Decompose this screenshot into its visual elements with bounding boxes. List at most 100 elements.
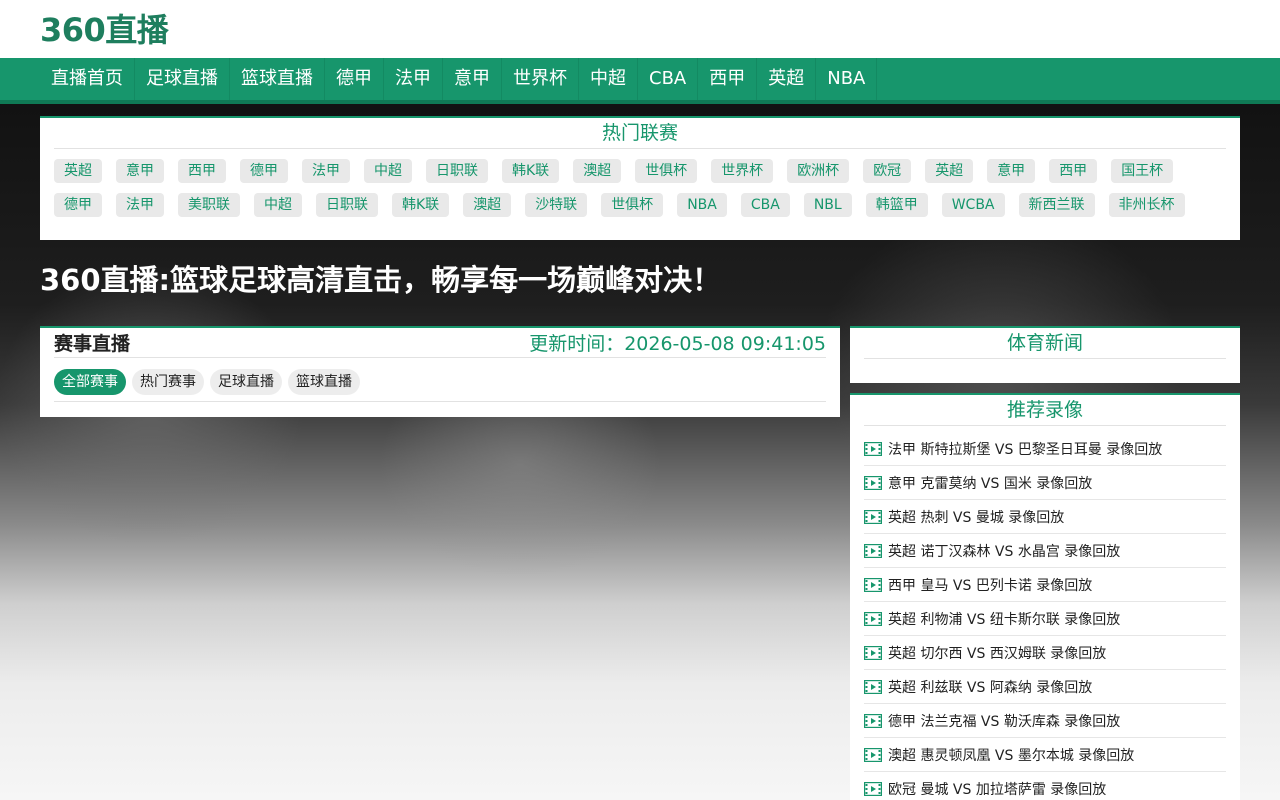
league-tag[interactable]: 澳超 bbox=[573, 159, 622, 183]
league-tag[interactable]: 世界杯 bbox=[711, 159, 774, 183]
league-tag[interactable]: 欧冠 bbox=[863, 159, 912, 183]
recommended-video-item[interactable]: 澳超 惠灵顿凤凰 VS 墨尔本城 录像回放 bbox=[864, 738, 1226, 772]
film-icon bbox=[864, 509, 882, 524]
filter-button[interactable]: 足球直播 bbox=[210, 369, 282, 395]
league-tag[interactable]: 欧洲杯 bbox=[787, 159, 850, 183]
recommended-video-item[interactable]: 德甲 法兰克福 VS 勒沃库森 录像回放 bbox=[864, 704, 1226, 738]
league-tag[interactable]: 日职联 bbox=[316, 193, 378, 217]
hot-leagues-panel: 热门联赛 英超 意甲 西甲 德甲 法甲 中超 日职联 韩K联 澳超 世俱杯 世界杯 欧洲杯 欧冠 英超 意甲… bbox=[40, 116, 1240, 240]
league-tag[interactable]: 英超 bbox=[54, 159, 102, 183]
film-icon bbox=[864, 611, 882, 626]
film-icon bbox=[864, 781, 882, 796]
filter-button[interactable]: 热门赛事 bbox=[132, 369, 204, 395]
league-tag-row: 德甲 法甲 美职联 中超 日职联 韩K联 澳超 沙特联 世俱杯 NBA CBA NBL 韩篮甲 WCBA 新… bbox=[54, 193, 1240, 217]
nav-item[interactable]: 直播首页 bbox=[40, 58, 135, 100]
league-tag[interactable]: 新西兰联 bbox=[1018, 193, 1095, 217]
film-icon bbox=[864, 679, 882, 694]
page-headline: 360直播:篮球足球高清直击，畅享每一场巅峰对决！ bbox=[40, 263, 722, 297]
league-tag[interactable]: 韩篮甲 bbox=[865, 193, 928, 217]
live-events-panel: 赛事直播 更新时间：2026-05-08 09:41:05 全部赛事 热门赛事 足球… bbox=[40, 326, 840, 417]
nav-item[interactable]: 法甲 bbox=[384, 58, 443, 100]
recommended-video-item[interactable]: 欧冠 曼城 VS 加拉塔萨雷 录像回放 bbox=[864, 772, 1226, 800]
top-header: 360直播 bbox=[0, 0, 1280, 58]
nav-item[interactable]: 篮球直播 bbox=[230, 58, 325, 100]
league-tag[interactable]: 韩K联 bbox=[392, 193, 450, 217]
league-tag[interactable]: CBA bbox=[740, 193, 790, 217]
league-tag[interactable]: 法甲 bbox=[116, 193, 164, 217]
league-tag[interactable]: 中超 bbox=[364, 159, 412, 183]
league-tag[interactable]: NBL bbox=[803, 193, 852, 217]
league-tag[interactable]: 日职联 bbox=[426, 159, 488, 183]
recommended-video-item[interactable]: 法甲 斯特拉斯堡 VS 巴黎圣日耳曼 录像回放 bbox=[864, 432, 1226, 466]
recommended-video-title: 法甲 斯特拉斯堡 VS 巴黎圣日耳曼 录像回放 bbox=[888, 441, 1163, 458]
film-icon bbox=[864, 747, 882, 762]
league-tag[interactable]: 非州长杯 bbox=[1108, 193, 1185, 217]
recommended-video-title: 英超 切尔西 VS 西汉姆联 录像回放 bbox=[888, 645, 1107, 662]
league-tag[interactable]: 美职联 bbox=[178, 193, 240, 217]
nav-item[interactable]: 德甲 bbox=[325, 58, 384, 100]
league-tag[interactable]: 英超 bbox=[925, 159, 974, 183]
league-tag[interactable]: 韩K联 bbox=[502, 159, 560, 183]
site-logo[interactable]: 360直播 bbox=[40, 10, 169, 50]
nav-item[interactable]: 意甲 bbox=[443, 58, 502, 100]
league-tag[interactable]: 国王杯 bbox=[1111, 159, 1174, 183]
divider bbox=[54, 401, 826, 402]
live-events-header: 赛事直播 更新时间：2026-05-08 09:41:05 bbox=[54, 328, 826, 358]
league-tag[interactable]: 德甲 bbox=[54, 193, 102, 217]
sports-news-title: 体育新闻 bbox=[864, 328, 1226, 359]
nav-item[interactable]: 西甲 bbox=[698, 58, 758, 100]
recommended-video-item[interactable]: 英超 切尔西 VS 西汉姆联 录像回放 bbox=[864, 636, 1226, 670]
live-events-title: 赛事直播 bbox=[54, 333, 131, 355]
recommended-video-item[interactable]: 英超 利兹联 VS 阿森纳 录像回放 bbox=[864, 670, 1226, 704]
film-icon bbox=[864, 441, 882, 456]
recommended-videos-panel: 推荐录像 法甲 斯特拉斯堡 VS 巴黎圣日耳曼 录像回放意甲 克雷莫纳 VS 国… bbox=[850, 393, 1240, 800]
nav-item[interactable]: 足球直播 bbox=[135, 58, 230, 100]
recommended-video-title: 澳超 惠灵顿凤凰 VS 墨尔本城 录像回放 bbox=[888, 747, 1135, 764]
league-tag[interactable]: 德甲 bbox=[240, 159, 288, 183]
league-tag[interactable]: 法甲 bbox=[302, 159, 350, 183]
recommended-videos-list: 法甲 斯特拉斯堡 VS 巴黎圣日耳曼 录像回放意甲 克雷莫纳 VS 国米 录像回… bbox=[864, 426, 1226, 800]
film-icon bbox=[864, 577, 882, 592]
filter-button[interactable]: 全部赛事 bbox=[54, 369, 126, 395]
nav-item[interactable]: 中超 bbox=[579, 58, 638, 100]
hot-leagues-title: 热门联赛 bbox=[54, 118, 1226, 149]
league-tag[interactable]: 沙特联 bbox=[525, 193, 588, 217]
film-icon bbox=[864, 543, 882, 558]
league-tag[interactable]: WCBA bbox=[941, 193, 1005, 217]
recommended-video-title: 英超 利兹联 VS 阿森纳 录像回放 bbox=[888, 679, 1093, 696]
league-tag[interactable]: 西甲 bbox=[178, 159, 226, 183]
recommended-video-item[interactable]: 西甲 皇马 VS 巴列卡诺 录像回放 bbox=[864, 568, 1226, 602]
league-tag[interactable]: 世俱杯 bbox=[635, 159, 698, 183]
league-tag[interactable]: 意甲 bbox=[987, 159, 1036, 183]
recommended-videos-title: 推荐录像 bbox=[864, 395, 1226, 426]
nav-item[interactable]: NBA bbox=[816, 58, 878, 100]
event-filters: 全部赛事 热门赛事 足球直播 篮球直播 bbox=[40, 358, 840, 395]
league-tag[interactable]: 澳超 bbox=[463, 193, 512, 217]
nav-item[interactable]: 世界杯 bbox=[502, 58, 579, 100]
recommended-video-item[interactable]: 英超 诺丁汉森林 VS 水晶宫 录像回放 bbox=[864, 534, 1226, 568]
league-tag[interactable]: 意甲 bbox=[116, 159, 164, 183]
nav-item[interactable]: CBA bbox=[638, 58, 699, 100]
league-tags: 英超 意甲 西甲 德甲 法甲 中超 日职联 韩K联 澳超 世俱杯 世界杯 欧洲杯 欧冠 英超 意甲 西甲 国王杯… bbox=[40, 149, 1240, 217]
film-icon bbox=[864, 475, 882, 490]
recommended-video-title: 西甲 皇马 VS 巴列卡诺 录像回放 bbox=[888, 577, 1093, 594]
main-nav: 直播首页 足球直播 篮球直播 德甲 法甲 意甲 世界杯 中超 CBA 西甲 英超 NBA bbox=[0, 58, 1280, 104]
league-tag-row: 英超 意甲 西甲 德甲 法甲 中超 日职联 韩K联 澳超 世俱杯 世界杯 欧洲杯 欧冠 英超 意甲 西甲 国王杯 bbox=[54, 159, 1240, 183]
league-tag[interactable]: 中超 bbox=[254, 193, 302, 217]
league-tag[interactable]: NBA bbox=[677, 193, 727, 217]
recommended-video-title: 英超 诺丁汉森林 VS 水晶宫 录像回放 bbox=[888, 543, 1121, 560]
filter-button[interactable]: 篮球直播 bbox=[288, 369, 360, 395]
film-icon bbox=[864, 645, 882, 660]
league-tag[interactable]: 西甲 bbox=[1049, 159, 1098, 183]
recommended-video-item[interactable]: 英超 热刺 VS 曼城 录像回放 bbox=[864, 500, 1226, 534]
recommended-video-item[interactable]: 英超 利物浦 VS 纽卡斯尔联 录像回放 bbox=[864, 602, 1226, 636]
recommended-video-title: 欧冠 曼城 VS 加拉塔萨雷 录像回放 bbox=[888, 781, 1107, 798]
recommended-video-item[interactable]: 意甲 克雷莫纳 VS 国米 录像回放 bbox=[864, 466, 1226, 500]
nav-list: 直播首页 足球直播 篮球直播 德甲 法甲 意甲 世界杯 中超 CBA 西甲 英超 NBA bbox=[0, 58, 1280, 100]
nav-item[interactable]: 英超 bbox=[757, 58, 817, 100]
update-time: 更新时间：2026-05-08 09:41:05 bbox=[529, 333, 826, 355]
league-tag[interactable]: 世俱杯 bbox=[601, 193, 664, 217]
sports-news-panel: 体育新闻 bbox=[850, 326, 1240, 383]
recommended-video-title: 英超 热刺 VS 曼城 录像回放 bbox=[888, 509, 1065, 526]
recommended-video-title: 德甲 法兰克福 VS 勒沃库森 录像回放 bbox=[888, 713, 1121, 730]
